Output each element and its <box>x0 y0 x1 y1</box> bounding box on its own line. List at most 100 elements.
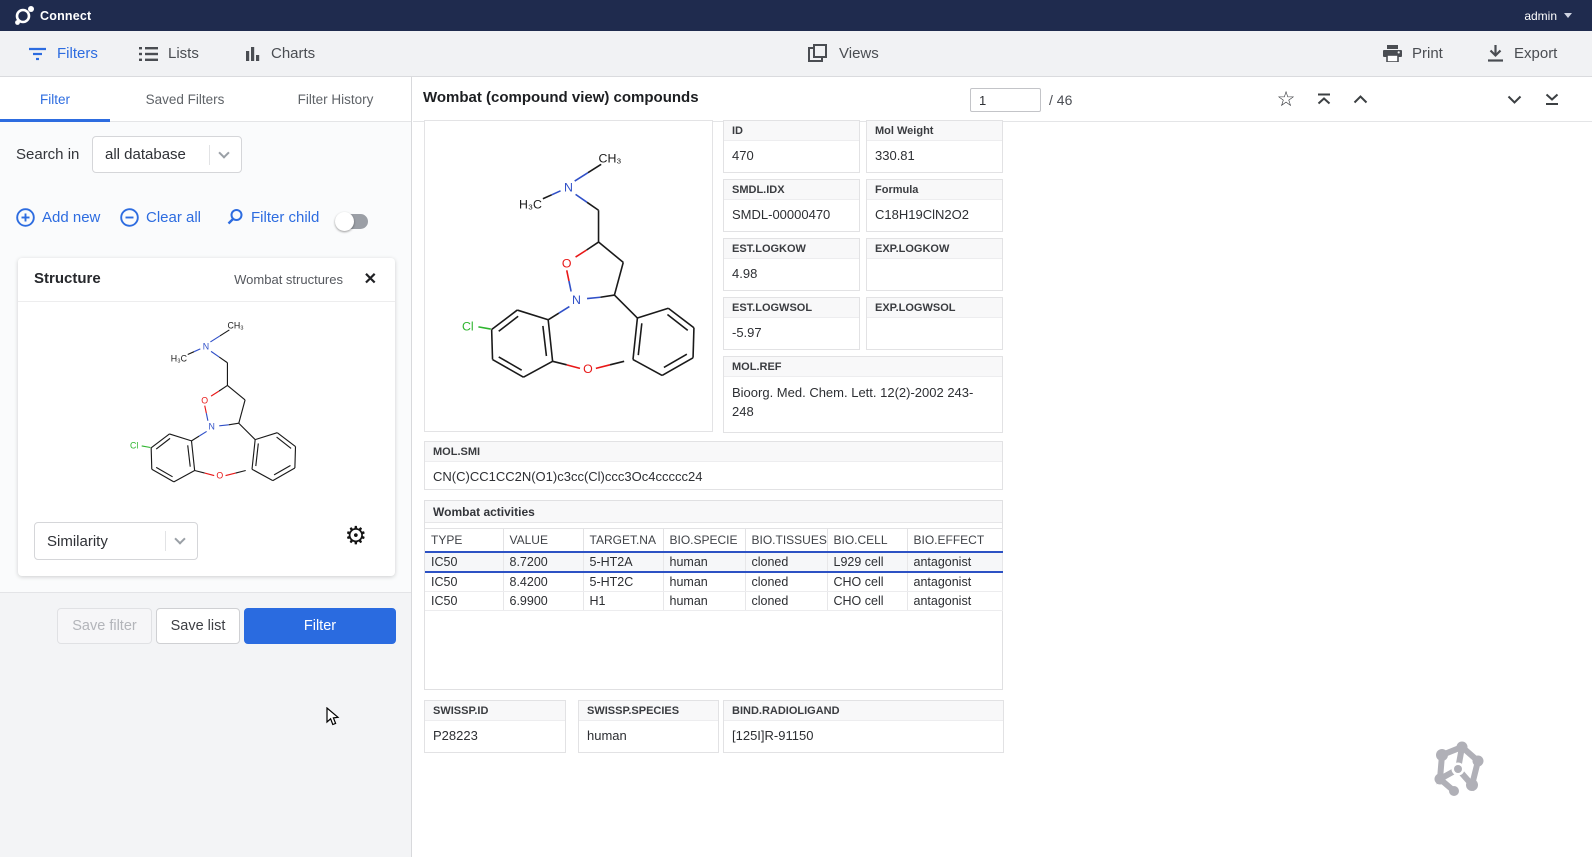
add-new-label: Add new <box>42 209 100 226</box>
structure-editor-canvas[interactable] <box>56 306 356 514</box>
database-select-value: all database <box>93 146 209 163</box>
filters-nav-button[interactable]: Filters <box>28 31 98 76</box>
field-value <box>867 259 1002 273</box>
field-est-logwsol: EST.LOGWSOL -5.97 <box>723 297 860 350</box>
compound-view-panel: Wombat (compound view) compounds ☆ / 46 <box>413 77 1592 857</box>
cell: antagonist <box>907 592 1002 611</box>
select-divider <box>209 145 210 165</box>
sidebar-tabs: Filter Saved Filters Filter History <box>0 77 411 122</box>
tab-filter[interactable]: Filter <box>0 77 110 122</box>
views-label: Views <box>839 45 879 62</box>
favorite-star-icon[interactable]: ☆ <box>1275 88 1297 110</box>
field-value: P28223 <box>425 721 565 750</box>
user-name: admin <box>1524 9 1557 23</box>
cell: L929 cell <box>827 552 907 572</box>
cell: antagonist <box>907 552 1002 572</box>
charts-nav-button[interactable]: Charts <box>245 31 315 76</box>
structure-card-title: Structure <box>34 270 101 287</box>
field-exp-logkow: EXP.LOGKOW <box>866 238 1003 291</box>
field-swissp-id: SWISSP.ID P28223 <box>424 700 566 753</box>
similarity-select[interactable]: Similarity <box>34 522 198 560</box>
save-list-button[interactable]: Save list <box>156 608 240 644</box>
column-header[interactable]: TYPE <box>425 529 503 553</box>
cell: cloned <box>745 572 827 592</box>
structure-card-source: Wombat structures <box>234 272 343 287</box>
similarity-select-value: Similarity <box>35 533 165 550</box>
field-value: 330.81 <box>867 141 1002 170</box>
column-header[interactable]: TARGET.NA <box>583 529 663 553</box>
next-record-icon[interactable] <box>1503 88 1525 110</box>
table-row-selected[interactable]: IC50 8.7200 5-HT2A human cloned L929 cel… <box>425 552 1002 572</box>
charts-label: Charts <box>271 45 315 62</box>
clear-all-button[interactable]: Clear all <box>120 208 201 227</box>
save-filter-button[interactable]: Save filter <box>57 608 152 644</box>
print-label: Print <box>1412 45 1443 62</box>
compound-molecule-drawing <box>436 129 701 424</box>
app-window: Connect admin Filters Lists Charts <box>0 0 1592 857</box>
previous-record-icon[interactable] <box>1349 88 1371 110</box>
field-value: -5.97 <box>724 318 859 347</box>
add-new-button[interactable]: Add new <box>16 208 100 227</box>
column-header[interactable]: BIO.EFFECT <box>907 529 1002 553</box>
field-label: ID <box>724 121 859 141</box>
mouse-cursor <box>326 707 342 727</box>
field-label: EXP.LOGWSOL <box>867 298 1002 318</box>
views-button[interactable]: Views <box>808 31 879 76</box>
wombat-activities-table: Wombat activities TYPE VALUE TARGET.NA B… <box>424 500 1003 690</box>
lists-nav-button[interactable]: Lists <box>139 31 199 76</box>
filter-child-search-icon <box>226 208 244 226</box>
select-divider <box>165 531 166 551</box>
column-header[interactable]: BIO.CELL <box>827 529 907 553</box>
query-molecule-drawing <box>56 306 356 514</box>
cell: IC50 <box>425 552 503 572</box>
cell: antagonist <box>907 572 1002 592</box>
cell: 6.9900 <box>503 592 583 611</box>
print-button[interactable]: Print <box>1383 31 1443 76</box>
tab-filter-history[interactable]: Filter History <box>260 77 411 122</box>
user-menu[interactable]: admin <box>1524 0 1572 31</box>
field-label: SWISSP.SPECIES <box>579 701 718 721</box>
filter-actions-row: Add new Clear all Filter child <box>0 205 411 235</box>
cell: CHO cell <box>827 572 907 592</box>
gear-icon[interactable]: ⚙ <box>345 524 367 549</box>
structure-card-header: Structure Wombat structures ✕ <box>18 258 395 302</box>
field-label: EXP.LOGKOW <box>867 239 1002 259</box>
export-button[interactable]: Export <box>1487 31 1557 76</box>
column-header[interactable]: BIO.SPECIE <box>663 529 745 553</box>
column-header[interactable]: BIO.TISSUES <box>745 529 827 553</box>
field-value: SMDL-00000470 <box>724 200 859 229</box>
chevron-down-icon <box>1564 13 1572 18</box>
filter-child-button[interactable]: Filter child <box>226 208 319 226</box>
table-row[interactable]: IC50 6.9900 H1 human cloned CHO cell ant… <box>425 592 1002 611</box>
page-title: Wombat (compound view) compounds <box>423 89 699 106</box>
cell: cloned <box>745 592 827 611</box>
field-value: [125I]R-91150 <box>724 721 1003 750</box>
table-row[interactable]: IC50 8.4200 5-HT2C human cloned CHO cell… <box>425 572 1002 592</box>
cell: IC50 <box>425 572 503 592</box>
cell: human <box>663 572 745 592</box>
connect-logo-icon <box>13 4 36 27</box>
close-icon[interactable]: ✕ <box>364 269 377 289</box>
plus-circle-icon <box>16 208 35 227</box>
clear-all-label: Clear all <box>146 209 201 226</box>
page-number-input[interactable] <box>970 88 1041 112</box>
views-icon <box>808 44 829 63</box>
lists-label: Lists <box>168 45 199 62</box>
minus-circle-icon <box>120 208 139 227</box>
first-record-icon[interactable] <box>1313 88 1335 110</box>
field-bind-radioligand: BIND.RADIOLIGAND [125I]R-91150 <box>723 700 1004 753</box>
filter-child-toggle[interactable] <box>336 214 368 229</box>
bar-chart-icon <box>245 46 261 62</box>
app-title: Connect <box>40 9 91 23</box>
database-select[interactable]: all database <box>92 136 242 173</box>
field-swissp-species: SWISSP.SPECIES human <box>578 700 719 753</box>
filters-label: Filters <box>57 45 98 62</box>
print-icon <box>1383 45 1402 62</box>
chevron-down-icon <box>218 147 229 158</box>
filter-button[interactable]: Filter <box>244 608 396 644</box>
last-record-icon[interactable] <box>1541 88 1563 110</box>
tab-saved-filters[interactable]: Saved Filters <box>110 77 260 122</box>
column-header[interactable]: VALUE <box>503 529 583 553</box>
field-label: MOL.SMI <box>425 442 1002 462</box>
export-label: Export <box>1514 45 1557 62</box>
